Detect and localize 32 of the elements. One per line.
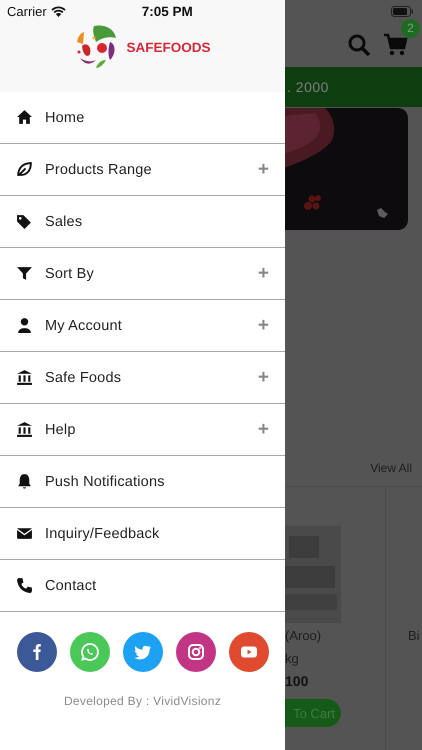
clock: 7:05 PM <box>142 4 193 18</box>
product-name: (Aroo) <box>285 628 322 645</box>
phone-icon <box>16 577 33 594</box>
social-button[interactable] <box>228 632 268 672</box>
carrier-label: Carrier <box>7 4 47 18</box>
home-icon <box>16 109 33 126</box>
tag-icon <box>16 213 33 230</box>
banner-text: . 2000 <box>287 79 329 95</box>
bank-icon <box>16 369 33 386</box>
bank-icon <box>16 421 33 438</box>
battery-icon <box>391 6 413 16</box>
leaf-icon <box>16 161 33 178</box>
developer-credit: Developed By : VividVisionz <box>62 694 222 708</box>
expand-toggle[interactable]: + <box>258 418 269 440</box>
bell-icon <box>16 473 33 490</box>
social-button[interactable] <box>122 632 162 672</box>
cart-icon[interactable] <box>383 32 408 56</box>
expand-toggle[interactable]: + <box>258 366 269 388</box>
user-icon <box>16 317 33 334</box>
social-button[interactable] <box>176 632 216 672</box>
expand-toggle[interactable]: + <box>258 314 269 336</box>
cart-count-badge: 2 <box>401 18 420 38</box>
filter-icon <box>16 265 33 282</box>
product-price: 100 <box>285 673 310 691</box>
logo-text: SAFEFOODS <box>126 40 210 54</box>
expand-toggle[interactable]: + <box>258 158 269 180</box>
expand-toggle[interactable]: + <box>258 262 269 284</box>
facebook-icon <box>32 644 40 660</box>
search-icon[interactable] <box>347 32 371 56</box>
envelope-icon <box>16 525 33 542</box>
wifi-icon <box>50 6 66 16</box>
social-button[interactable] <box>16 632 56 672</box>
